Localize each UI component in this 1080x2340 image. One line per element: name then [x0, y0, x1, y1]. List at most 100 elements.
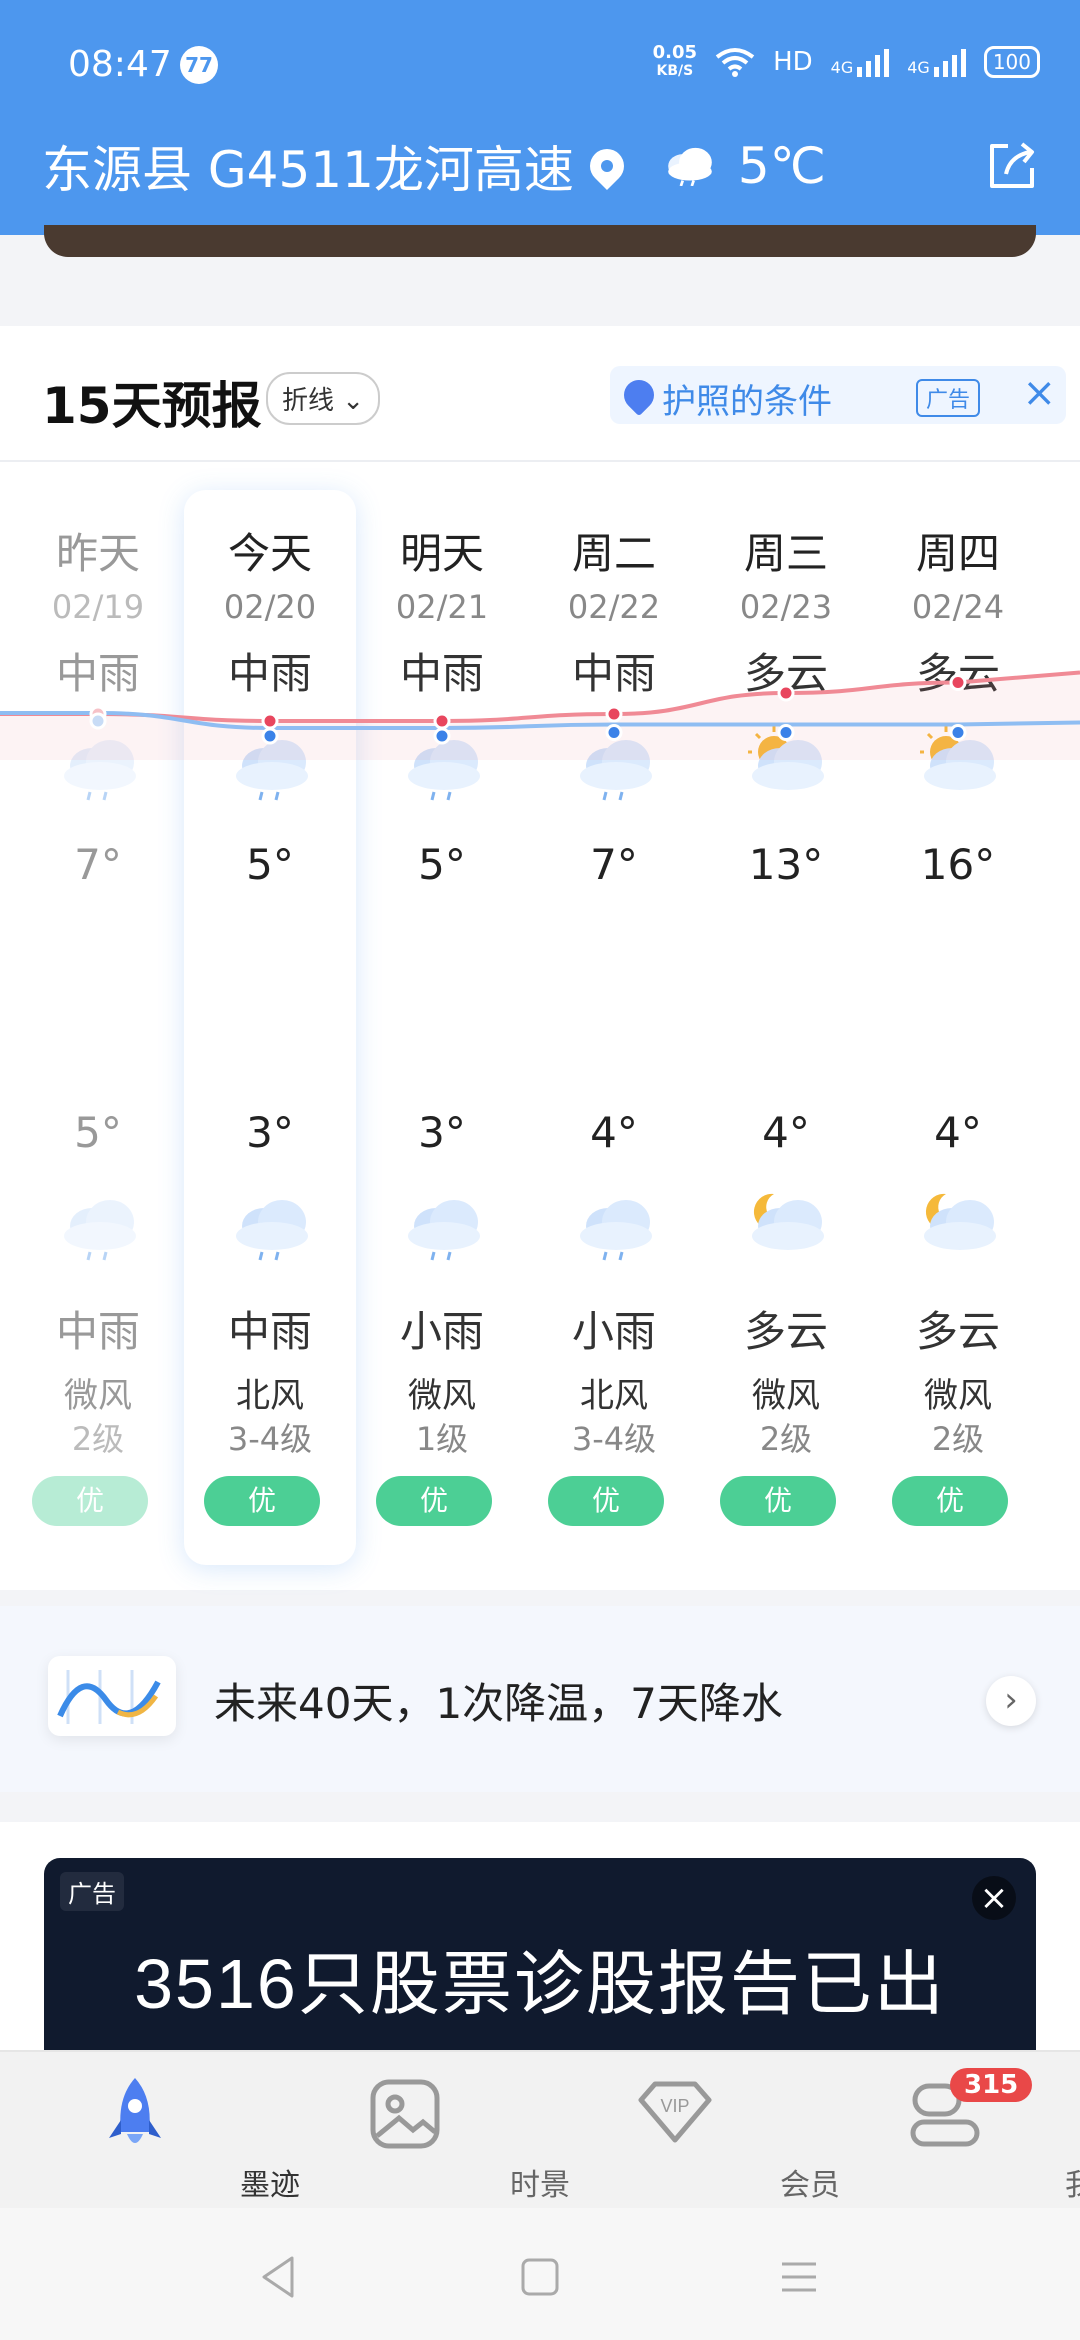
wind-level: 3-4级	[571, 1420, 657, 1458]
aqi-badge[interactable]: 优	[376, 1476, 492, 1526]
day-condition: 中雨	[55, 649, 140, 698]
notification-count-badge: 315	[950, 2068, 1033, 2102]
day-name: 周三	[743, 529, 828, 578]
high-temperature: 13°	[748, 840, 824, 889]
day-date: 02/23	[739, 588, 833, 626]
wind-direction: 微风	[64, 1376, 132, 1416]
notification-badge: 77	[180, 46, 218, 84]
forecast-40-days[interactable]: 未来40天，1次降温，7天降水 ›	[0, 1606, 1080, 1792]
aqi-badge[interactable]: 优	[548, 1476, 664, 1526]
status-time: 08:47	[68, 44, 172, 85]
low-temperature: 3°	[246, 1108, 294, 1157]
day-name: 昨天	[55, 529, 140, 578]
network-speed: 0.05 KB/S	[652, 42, 698, 80]
svg-text:VIP: VIP	[660, 2096, 689, 2116]
day-date: 02/22	[567, 588, 661, 626]
low-temperature: 5°	[74, 1108, 122, 1157]
ad-strip-text[interactable]: 护照的条件	[662, 374, 832, 423]
low-temperature: 3°	[418, 1108, 466, 1157]
high-temperature: 7°	[74, 840, 122, 889]
day-date: 02/21	[395, 588, 489, 626]
location-name[interactable]: 东源县 G4511龙河高速	[42, 130, 574, 202]
photo-icon	[370, 2079, 440, 2149]
chevron-down-icon: ⌄	[342, 386, 365, 416]
wind-level: 2级	[71, 1420, 125, 1458]
chevron-right-icon[interactable]: ›	[986, 1676, 1036, 1726]
close-icon[interactable]: ×	[1022, 370, 1056, 416]
wind-direction: 微风	[408, 1376, 476, 1416]
forecast-card-header: 15天预报 折线 ⌄ 护照的条件 广告 ×	[0, 326, 1080, 462]
menu-icon[interactable]	[774, 2252, 824, 2302]
close-icon[interactable]: ×	[972, 1876, 1016, 1920]
forecast-day-column[interactable]: 周四 02/24 多云 16° 4° 多云 微风 2级优	[872, 490, 1044, 1560]
night-condition: 多云	[915, 1307, 1000, 1356]
tab-vip[interactable]: VIP 会员	[540, 2062, 840, 2203]
tab-me[interactable]: 315 我	[810, 2062, 1080, 2203]
forecast-day-column[interactable]: 周二 02/22 中雨 7° 4° 小雨 北风 3-4级优	[528, 490, 700, 1560]
view-toggle[interactable]: 折线 ⌄	[266, 372, 381, 425]
low-temperature: 4°	[762, 1108, 810, 1157]
moon-cloud-icon	[752, 1193, 824, 1250]
ad-banner-tag: 广告	[60, 1872, 124, 1911]
tab-moji[interactable]: 墨迹	[0, 2062, 300, 2203]
ad-strip[interactable]: 护照的条件 广告 ×	[610, 366, 1066, 424]
ad-banner[interactable]: 广告 × 3516只股票诊股报告已出	[44, 1858, 1036, 2050]
wind-level: 1级	[415, 1420, 469, 1458]
aqi-badge[interactable]: 优	[32, 1476, 148, 1526]
rocket-icon	[617, 373, 661, 417]
high-temperature: 5°	[246, 840, 294, 889]
rain-cloud-icon	[668, 147, 712, 186]
header-photo-strip	[44, 225, 1036, 257]
aqi-badge[interactable]: 优	[892, 1476, 1008, 1526]
night-condition: 多云	[743, 1307, 828, 1356]
back-icon[interactable]	[254, 2252, 304, 2302]
aqi-badge[interactable]: 优	[720, 1476, 836, 1526]
day-name: 明天	[399, 529, 484, 578]
wind-level: 2级	[759, 1420, 813, 1458]
aqi-badge[interactable]: 优	[204, 1476, 320, 1526]
tab-scenes[interactable]: 时景	[270, 2062, 570, 2203]
wind-level: 3-4级	[227, 1420, 313, 1458]
wind-direction: 北风	[580, 1376, 648, 1416]
day-condition: 多云	[915, 649, 1000, 698]
wind-direction: 北风	[236, 1376, 304, 1416]
ad-banner-title[interactable]: 3516只股票诊股报告已出	[44, 1928, 1036, 2029]
forecast-day-column[interactable]: 昨天 02/19 中雨 7° 5° 中雨微风 2级优	[12, 490, 184, 1560]
battery-indicator: 100	[983, 46, 1040, 78]
trend-icon	[48, 1656, 176, 1736]
forecast-day-column[interactable]: 周三 02/23 多云 13° 4° 多云 微风 2级优	[700, 490, 872, 1560]
day-date: 02/20	[223, 588, 317, 626]
header: 08:47 77 0.05 KB/S HD 4G 4G 100 东源县 G451…	[0, 0, 1080, 235]
rain-cloud-icon	[64, 1200, 136, 1261]
hd-indicator: HD	[773, 47, 813, 77]
current-temperature: 5℃	[737, 137, 826, 195]
night-condition: 小雨	[399, 1307, 484, 1356]
system-nav-bar	[0, 2208, 1080, 2340]
night-condition: 中雨	[55, 1307, 140, 1356]
day-condition: 中雨	[227, 649, 312, 698]
wind-direction: 微风	[752, 1376, 820, 1416]
share-icon[interactable]	[984, 138, 1040, 194]
high-temperature: 7°	[590, 840, 638, 889]
forecast-title: 15天预报	[42, 377, 262, 435]
home-icon[interactable]	[515, 2252, 565, 2302]
location-bar[interactable]: 东源县 G4511龙河高速 5℃	[42, 130, 826, 202]
light-rain-cloud-icon	[580, 1200, 652, 1261]
wind-level: 2级	[931, 1420, 985, 1458]
light-rain-cloud-icon	[408, 1200, 480, 1261]
day-date: 02/19	[51, 588, 145, 626]
low-temperature: 4°	[934, 1108, 982, 1157]
sun-cloud-icon	[920, 726, 996, 790]
signal-1-icon: 4G	[831, 47, 890, 77]
day-name: 今天	[227, 529, 312, 578]
high-temperature: 16°	[920, 840, 996, 889]
bottom-tab-bar: 墨迹 时景 VIP 会员 315 我	[0, 2050, 1080, 2208]
forecast-day-column[interactable]: 今天 02/20 中雨 5° 3° 中雨 北风 3-4级优	[184, 490, 356, 1560]
forecast-40-text: 未来40天，1次降温，7天降水	[214, 1679, 783, 1728]
forecast-day-column[interactable]: 明天 02/21 中雨 5° 3° 小雨 微风 1级优	[356, 490, 528, 1560]
vip-icon: VIP	[638, 2081, 712, 2143]
rocket-icon	[109, 2078, 161, 2143]
day-condition: 中雨	[399, 649, 484, 698]
rain-cloud-icon	[580, 740, 652, 801]
ad-tag: 广告	[916, 379, 981, 417]
